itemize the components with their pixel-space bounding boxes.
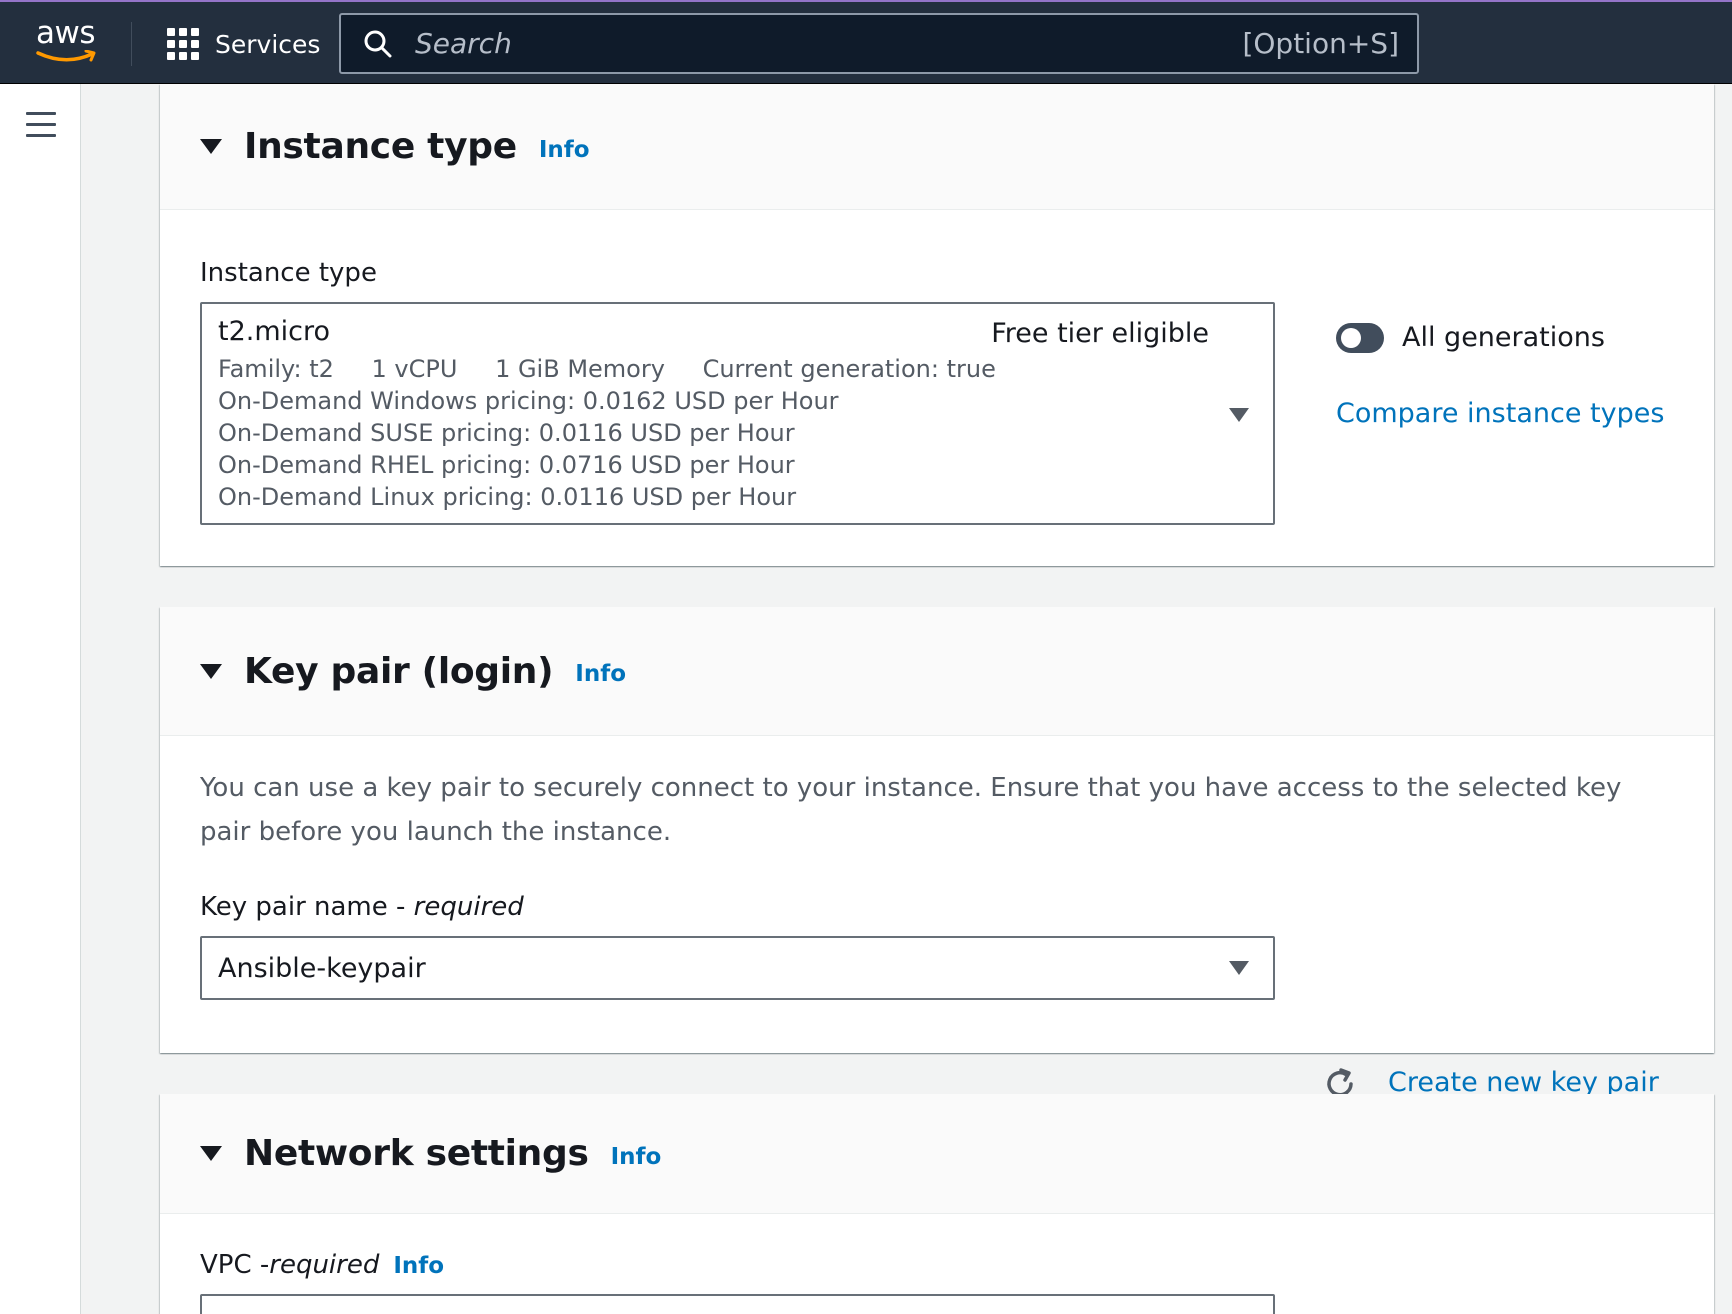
all-generations-toggle[interactable] [1336,322,1384,353]
network-settings-title: Network settings [244,1133,589,1174]
pricing-windows: On-Demand Windows pricing: 0.0162 USD pe… [218,387,839,415]
collapse-caret-icon[interactable] [200,663,222,679]
free-tier-badge: Free tier eligible [991,318,1209,349]
search-shortcut-hint: [Option+S] [1242,27,1399,60]
vpc-label-text: VPC - [200,1250,270,1280]
nav-divider [131,22,132,66]
dropdown-caret-icon [1229,961,1249,975]
vpc-field-label: VPC - required Info [200,1250,1674,1280]
aws-smile-icon [36,50,96,62]
collapse-caret-icon[interactable] [200,139,222,154]
key-pair-label-text: Key pair name - [200,892,414,922]
search-bar[interactable]: [Option+S] [339,13,1419,74]
vpc-required-marker: required [269,1250,380,1280]
services-menu-button[interactable]: Services [167,26,320,62]
side-navigation-rail [0,84,81,1314]
instance-vcpu: 1 vCPU [371,355,458,383]
instance-family: Family: t2 [218,355,334,383]
aws-logo[interactable]: aws [36,18,102,66]
network-settings-header: Network settings Info [160,1094,1714,1214]
vpc-select[interactable] [200,1294,1275,1314]
key-pair-header: Key pair (login) Info [160,607,1714,736]
search-icon [364,30,392,57]
instance-memory: 1 GiB Memory [495,355,665,383]
aws-logo-text: aws [36,15,96,51]
all-generations-toggle-row[interactable]: All generations [1336,322,1605,353]
instance-type-select[interactable]: t2.micro Free tier eligible Family: t2 1… [200,302,1275,525]
vpc-info-link[interactable]: Info [393,1253,444,1279]
top-navigation: aws Services [Option+S] [0,0,1732,84]
key-pair-panel: Key pair (login) Info You can use a key … [160,607,1714,1098]
compare-instance-types-link[interactable]: Compare instance types [1336,398,1664,429]
instance-type-title: Instance type [244,126,517,167]
key-pair-select[interactable]: Ansible-keypair [200,936,1275,1000]
network-settings-panel: Network settings Info VPC - required Inf… [160,1094,1714,1314]
grid-icon [167,28,199,60]
pricing-linux: On-Demand Linux pricing: 0.0116 USD per … [218,483,797,511]
key-pair-selected-value: Ansible-keypair [218,952,426,984]
hamburger-menu-icon[interactable] [26,112,56,145]
instance-generation: Current generation: true [702,355,996,383]
collapse-caret-icon[interactable] [200,1146,222,1161]
key-pair-field-label: Key pair name - required [200,892,1674,922]
pricing-suse: On-Demand SUSE pricing: 0.0116 USD per H… [218,419,795,447]
key-pair-info-link[interactable]: Info [575,661,626,687]
all-generations-label: All generations [1402,322,1605,353]
required-marker: required [413,892,524,922]
search-input[interactable] [415,27,1243,60]
key-pair-description: You can use a key pair to securely conne… [200,773,1622,847]
services-label: Services [215,29,321,59]
key-pair-title: Key pair (login) [244,650,554,692]
instance-type-field-label: Instance type [200,258,377,288]
network-settings-info-link[interactable]: Info [611,1144,662,1170]
instance-type-info-link[interactable]: Info [539,137,590,163]
instance-specs-row: Family: t2 1 vCPU 1 GiB Memory Current g… [218,353,1257,385]
dropdown-caret-icon [1229,408,1249,422]
instance-type-header: Instance type Info [160,84,1714,210]
instance-type-panel: Instance type Info Instance type t2.micr… [160,84,1714,566]
pricing-rhel: On-Demand RHEL pricing: 0.0716 USD per H… [218,451,795,479]
